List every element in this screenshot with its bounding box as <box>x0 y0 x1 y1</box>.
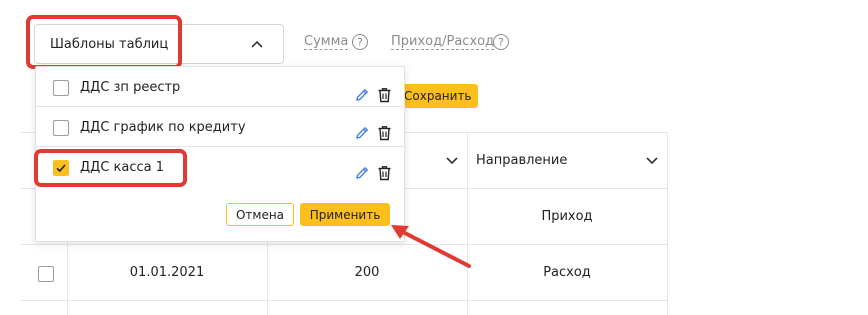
cancel-button-label: Отмена <box>235 207 285 222</box>
template-item[interactable]: ДДС зп реестр <box>36 67 406 107</box>
template-item-label: ДДС график по кредиту <box>80 120 246 135</box>
table-divider <box>20 244 668 245</box>
template-checkbox[interactable] <box>53 120 69 136</box>
table-divider <box>20 300 668 301</box>
direction-column-header: Направление <box>476 153 568 168</box>
income-expense-filter-link[interactable]: Приход/Расход <box>391 34 495 50</box>
income-expense-help-icon[interactable]: ? <box>493 34 509 50</box>
pencil-icon[interactable] <box>354 165 370 181</box>
table-cell-direction: Приход <box>541 209 593 224</box>
row-checkbox[interactable] <box>38 266 54 282</box>
template-checkbox[interactable] <box>53 160 69 176</box>
trash-icon[interactable] <box>377 125 392 141</box>
sum-filter-link[interactable]: Сумма <box>304 34 349 50</box>
template-item-label: ДДС касса 1 <box>80 160 165 175</box>
chevron-up-icon <box>251 40 263 48</box>
save-button[interactable]: Сохранить <box>398 84 478 108</box>
template-checkbox[interactable] <box>53 80 69 96</box>
templates-dropdown[interactable]: Шаблоны таблиц <box>34 24 284 64</box>
table-divider <box>667 132 668 315</box>
cancel-button[interactable]: Отмена <box>226 203 294 226</box>
sum-help-icon[interactable]: ? <box>352 34 368 50</box>
trash-icon[interactable] <box>377 87 392 103</box>
apply-button-label: Применить <box>309 207 381 222</box>
apply-button[interactable]: Применить <box>300 203 390 226</box>
chevron-down-icon[interactable] <box>644 152 660 168</box>
pencil-icon[interactable] <box>354 87 370 103</box>
trash-icon[interactable] <box>377 165 392 181</box>
pencil-icon[interactable] <box>354 125 370 141</box>
template-item[interactable]: ДДС касса 1 <box>36 147 406 187</box>
table-cell-date: 01.01.2021 <box>129 265 205 280</box>
table-cell-direction: Расход <box>543 265 591 280</box>
chevron-down-icon[interactable] <box>444 152 460 168</box>
table-cell-amount: 200 <box>354 265 380 280</box>
check-icon <box>55 163 66 172</box>
save-button-label: Сохранить <box>404 89 472 103</box>
templates-dropdown-panel: ДДС зп реестр ДДС график по кредиту ДДС … <box>35 66 406 242</box>
templates-dropdown-label: Шаблоны таблиц <box>50 36 169 52</box>
template-item-label: ДДС зп реестр <box>80 80 181 95</box>
template-item[interactable]: ДДС график по кредиту <box>36 107 406 147</box>
